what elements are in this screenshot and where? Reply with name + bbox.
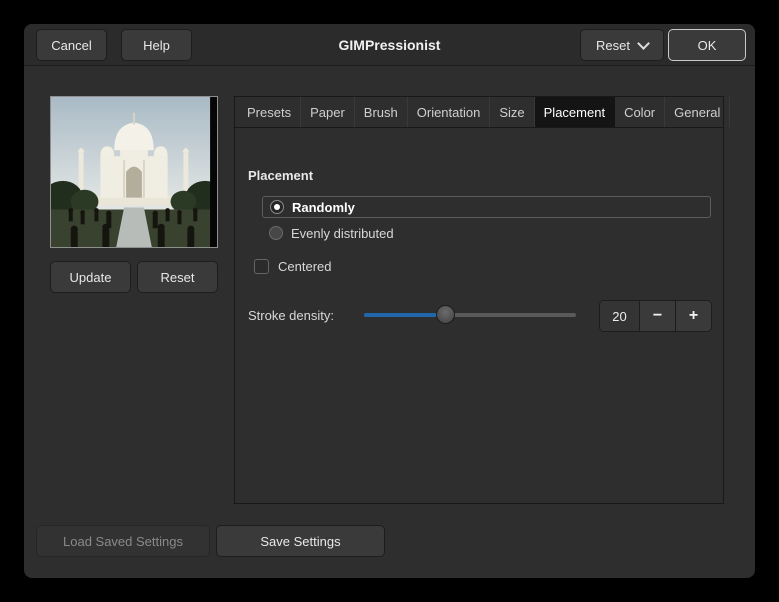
- placement-panel: Placement Randomly Evenly distributed Ce…: [235, 128, 723, 504]
- reset-dropdown-button[interactable]: Reset: [580, 29, 664, 61]
- slider-handle[interactable]: [436, 305, 455, 324]
- tab-size[interactable]: Size: [490, 97, 535, 127]
- tab-bar: Presets Paper Brush Orientation Size Pla…: [235, 97, 731, 128]
- load-saved-settings-label: Load Saved Settings: [63, 533, 183, 549]
- centered-label: Centered: [278, 259, 332, 274]
- placement-heading: Placement: [248, 168, 314, 183]
- tab-orientation[interactable]: Orientation: [408, 97, 491, 127]
- load-saved-settings-button[interactable]: Load Saved Settings: [36, 525, 210, 557]
- stroke-density-spinbox: 20 − +: [599, 300, 712, 332]
- update-label: Update: [69, 269, 112, 285]
- radio-option-evenly-distributed[interactable]: Evenly distributed: [262, 222, 711, 244]
- ok-label: OK: [697, 37, 717, 53]
- stroke-density-label: Stroke density:: [248, 308, 334, 323]
- radio-selected-icon: [270, 200, 284, 214]
- save-settings-label: Save Settings: [260, 533, 341, 549]
- chevron-down-icon: [637, 36, 650, 50]
- gimpressionist-dialog: Cancel Help GIMPressionist Reset OK Upda…: [24, 24, 755, 578]
- titlebar: Cancel Help GIMPressionist Reset OK: [24, 24, 755, 66]
- radio-option-randomly[interactable]: Randomly: [262, 196, 711, 218]
- centered-checkbox-row[interactable]: Centered: [254, 259, 331, 274]
- preview-reset-label: Reset: [160, 269, 195, 285]
- radio-unselected-icon: [269, 226, 283, 240]
- stroke-density-slider[interactable]: [364, 305, 576, 324]
- radio-evenly-label: Evenly distributed: [291, 225, 394, 241]
- settings-notebook: Presets Paper Brush Orientation Size Pla…: [234, 96, 731, 504]
- decrement-button[interactable]: −: [639, 301, 675, 331]
- slider-fill: [364, 313, 446, 317]
- radio-randomly-label: Randomly: [292, 199, 355, 215]
- stroke-density-value[interactable]: 20: [600, 301, 639, 331]
- checkbox-icon[interactable]: [254, 259, 269, 274]
- preview-image: [51, 97, 217, 247]
- tab-color[interactable]: Color: [615, 97, 666, 127]
- tab-general[interactable]: General: [665, 97, 731, 127]
- increment-button[interactable]: +: [675, 301, 711, 331]
- preview-reset-button[interactable]: Reset: [137, 261, 218, 293]
- tab-paper[interactable]: Paper: [301, 97, 355, 127]
- preview-frame: [50, 96, 218, 248]
- tab-brush[interactable]: Brush: [355, 97, 408, 127]
- update-button[interactable]: Update: [50, 261, 131, 293]
- tab-presets[interactable]: Presets: [238, 97, 302, 127]
- save-settings-button[interactable]: Save Settings: [216, 525, 385, 557]
- tab-placement[interactable]: Placement: [534, 97, 616, 127]
- ok-button[interactable]: OK: [668, 29, 746, 61]
- reset-label: Reset: [596, 37, 630, 53]
